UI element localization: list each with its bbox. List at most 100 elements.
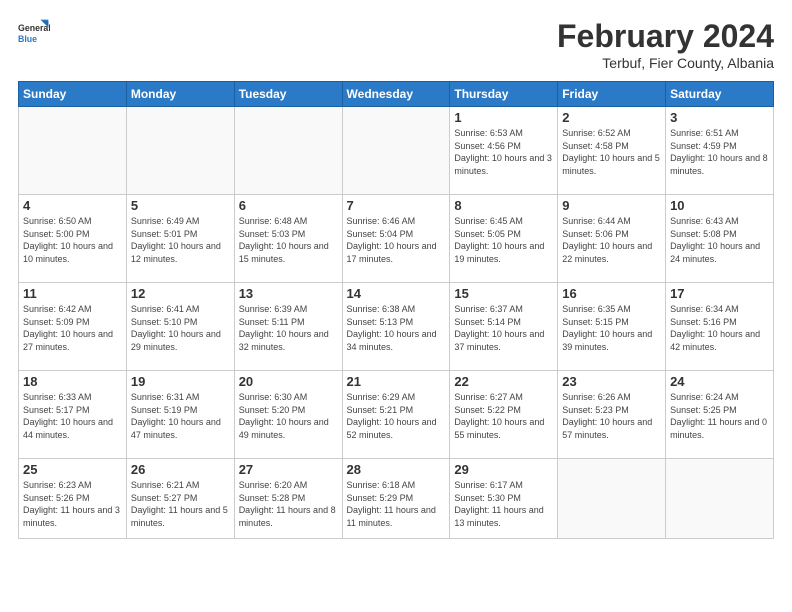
table-row: 10 Sunrise: 6:43 AM Sunset: 5:08 PM Dayli… [666, 195, 774, 283]
calendar-table: Sunday Monday Tuesday Wednesday Thursday… [18, 81, 774, 539]
table-row: 8Sunrise: 6:45 AM Sunset: 5:05 PM Daylig… [450, 195, 558, 283]
table-row: 9Sunrise: 6:44 AM Sunset: 5:06 PM Daylig… [558, 195, 666, 283]
header-friday: Friday [558, 82, 666, 107]
table-row: 7 Sunrise: 6:46 AM Sunset: 5:04 PM Daylig… [342, 195, 450, 283]
table-row: 5Sunrise: 6:49 AM Sunset: 5:01 PM Daylig… [126, 195, 234, 283]
day-info: Sunrise: 6:42 AM Sunset: 5:09 PM Dayligh… [23, 303, 122, 353]
calendar-week-row: 1 Sunrise: 6:53 AM Sunset: 4:56 PM Daylig… [19, 107, 774, 195]
day-info: Sunrise: 6:34 AM Sunset: 5:16 PM Dayligh… [670, 303, 769, 353]
calendar-title: February 2024 [557, 18, 774, 55]
day-number: 19 [131, 374, 230, 389]
header-tuesday: Tuesday [234, 82, 342, 107]
day-number: 10 [670, 198, 769, 213]
table-row: 6 Sunrise: 6:48 AM Sunset: 5:03 PM Daylig… [234, 195, 342, 283]
table-row [126, 107, 234, 195]
day-info: Sunrise: 6:30 AM Sunset: 5:20 PM Dayligh… [239, 391, 338, 441]
day-info: Sunrise: 6:35 AM Sunset: 5:15 PM Dayligh… [562, 303, 661, 353]
day-number: 3 [670, 110, 769, 125]
table-row: 3 Sunrise: 6:51 AM Sunset: 4:59 PM Daylig… [666, 107, 774, 195]
day-number: 14 [347, 286, 446, 301]
day-info: Sunrise: 6:49 AM Sunset: 5:01 PM Dayligh… [131, 215, 230, 265]
day-number: 13 [239, 286, 338, 301]
table-row [558, 459, 666, 539]
table-row: 1 Sunrise: 6:53 AM Sunset: 4:56 PM Daylig… [450, 107, 558, 195]
day-number: 11 [23, 286, 122, 301]
day-info: Sunrise: 6:17 AM Sunset: 5:30 PM Dayligh… [454, 479, 553, 529]
day-info: Sunrise: 6:23 AM Sunset: 5:26 PM Dayligh… [23, 479, 122, 529]
day-info: Sunrise: 6:53 AM Sunset: 4:56 PM Dayligh… [454, 127, 553, 177]
table-row: 26 Sunrise: 6:21 AM Sunset: 5:27 PM Dayli… [126, 459, 234, 539]
day-number: 26 [131, 462, 230, 477]
day-number: 17 [670, 286, 769, 301]
table-row: 14 Sunrise: 6:38 AM Sunset: 5:13 PM Dayli… [342, 283, 450, 371]
day-number: 4 [23, 198, 122, 213]
day-number: 27 [239, 462, 338, 477]
header-saturday: Saturday [666, 82, 774, 107]
day-number: 16 [562, 286, 661, 301]
table-row: 25 Sunrise: 6:23 AM Sunset: 5:26 PM Dayli… [19, 459, 127, 539]
table-row: 15 Sunrise: 6:37 AM Sunset: 5:14 PM Dayli… [450, 283, 558, 371]
svg-text:Blue: Blue [18, 34, 37, 44]
day-info: Sunrise: 6:51 AM Sunset: 4:59 PM Dayligh… [670, 127, 769, 177]
day-number: 2 [562, 110, 661, 125]
day-info: Sunrise: 6:43 AM Sunset: 5:08 PM Dayligh… [670, 215, 769, 265]
day-number: 7 [347, 198, 446, 213]
table-row: 16 Sunrise: 6:35 AM Sunset: 5:15 PM Dayli… [558, 283, 666, 371]
table-row: 2 Sunrise: 6:52 AM Sunset: 4:58 PM Daylig… [558, 107, 666, 195]
day-info: Sunrise: 6:33 AM Sunset: 5:17 PM Dayligh… [23, 391, 122, 441]
header-thursday: Thursday [450, 82, 558, 107]
table-row: 24 Sunrise: 6:24 AM Sunset: 5:25 PM Dayli… [666, 371, 774, 459]
day-number: 20 [239, 374, 338, 389]
day-info: Sunrise: 6:45 AM Sunset: 5:05 PM Dayligh… [454, 215, 553, 265]
day-info: Sunrise: 6:29 AM Sunset: 5:21 PM Dayligh… [347, 391, 446, 441]
calendar-location: Terbuf, Fier County, Albania [557, 55, 774, 71]
weekday-header-row: Sunday Monday Tuesday Wednesday Thursday… [19, 82, 774, 107]
day-info: Sunrise: 6:24 AM Sunset: 5:25 PM Dayligh… [670, 391, 769, 441]
table-row [342, 107, 450, 195]
day-info: Sunrise: 6:21 AM Sunset: 5:27 PM Dayligh… [131, 479, 230, 529]
day-number: 25 [23, 462, 122, 477]
day-info: Sunrise: 6:46 AM Sunset: 5:04 PM Dayligh… [347, 215, 446, 265]
day-number: 24 [670, 374, 769, 389]
table-row [666, 459, 774, 539]
day-number: 9 [562, 198, 661, 213]
table-row [234, 107, 342, 195]
day-number: 28 [347, 462, 446, 477]
day-info: Sunrise: 6:39 AM Sunset: 5:11 PM Dayligh… [239, 303, 338, 353]
table-row: 29 Sunrise: 6:17 AM Sunset: 5:30 PM Dayli… [450, 459, 558, 539]
day-info: Sunrise: 6:50 AM Sunset: 5:00 PM Dayligh… [23, 215, 122, 265]
calendar-week-row: 11 Sunrise: 6:42 AM Sunset: 5:09 PM Dayli… [19, 283, 774, 371]
day-info: Sunrise: 6:48 AM Sunset: 5:03 PM Dayligh… [239, 215, 338, 265]
day-number: 15 [454, 286, 553, 301]
title-block: February 2024 Terbuf, Fier County, Alban… [557, 18, 774, 71]
day-number: 12 [131, 286, 230, 301]
table-row: 13 Sunrise: 6:39 AM Sunset: 5:11 PM Dayli… [234, 283, 342, 371]
header-wednesday: Wednesday [342, 82, 450, 107]
day-info: Sunrise: 6:20 AM Sunset: 5:28 PM Dayligh… [239, 479, 338, 529]
day-info: Sunrise: 6:52 AM Sunset: 4:58 PM Dayligh… [562, 127, 661, 177]
day-info: Sunrise: 6:38 AM Sunset: 5:13 PM Dayligh… [347, 303, 446, 353]
day-number: 29 [454, 462, 553, 477]
table-row [19, 107, 127, 195]
table-row: 28 Sunrise: 6:18 AM Sunset: 5:29 PM Dayli… [342, 459, 450, 539]
day-number: 1 [454, 110, 553, 125]
table-row: 22Sunrise: 6:27 AM Sunset: 5:22 PM Dayli… [450, 371, 558, 459]
day-info: Sunrise: 6:26 AM Sunset: 5:23 PM Dayligh… [562, 391, 661, 441]
header-sunday: Sunday [19, 82, 127, 107]
table-row: 18 Sunrise: 6:33 AM Sunset: 5:17 PM Dayli… [19, 371, 127, 459]
table-row: 27 Sunrise: 6:20 AM Sunset: 5:28 PM Dayli… [234, 459, 342, 539]
table-row: 12Sunrise: 6:41 AM Sunset: 5:10 PM Dayli… [126, 283, 234, 371]
day-info: Sunrise: 6:18 AM Sunset: 5:29 PM Dayligh… [347, 479, 446, 529]
table-row: 21Sunrise: 6:29 AM Sunset: 5:21 PM Dayli… [342, 371, 450, 459]
logo-icon: General Blue [18, 18, 50, 50]
table-row: 11 Sunrise: 6:42 AM Sunset: 5:09 PM Dayli… [19, 283, 127, 371]
calendar-week-row: 25 Sunrise: 6:23 AM Sunset: 5:26 PM Dayli… [19, 459, 774, 539]
table-row: 20 Sunrise: 6:30 AM Sunset: 5:20 PM Dayli… [234, 371, 342, 459]
day-number: 6 [239, 198, 338, 213]
table-row: 4 Sunrise: 6:50 AM Sunset: 5:00 PM Daylig… [19, 195, 127, 283]
logo: General Blue [18, 18, 50, 50]
day-number: 18 [23, 374, 122, 389]
day-number: 22 [454, 374, 553, 389]
day-info: Sunrise: 6:37 AM Sunset: 5:14 PM Dayligh… [454, 303, 553, 353]
page: General Blue February 2024 Terbuf, Fier … [0, 0, 792, 612]
